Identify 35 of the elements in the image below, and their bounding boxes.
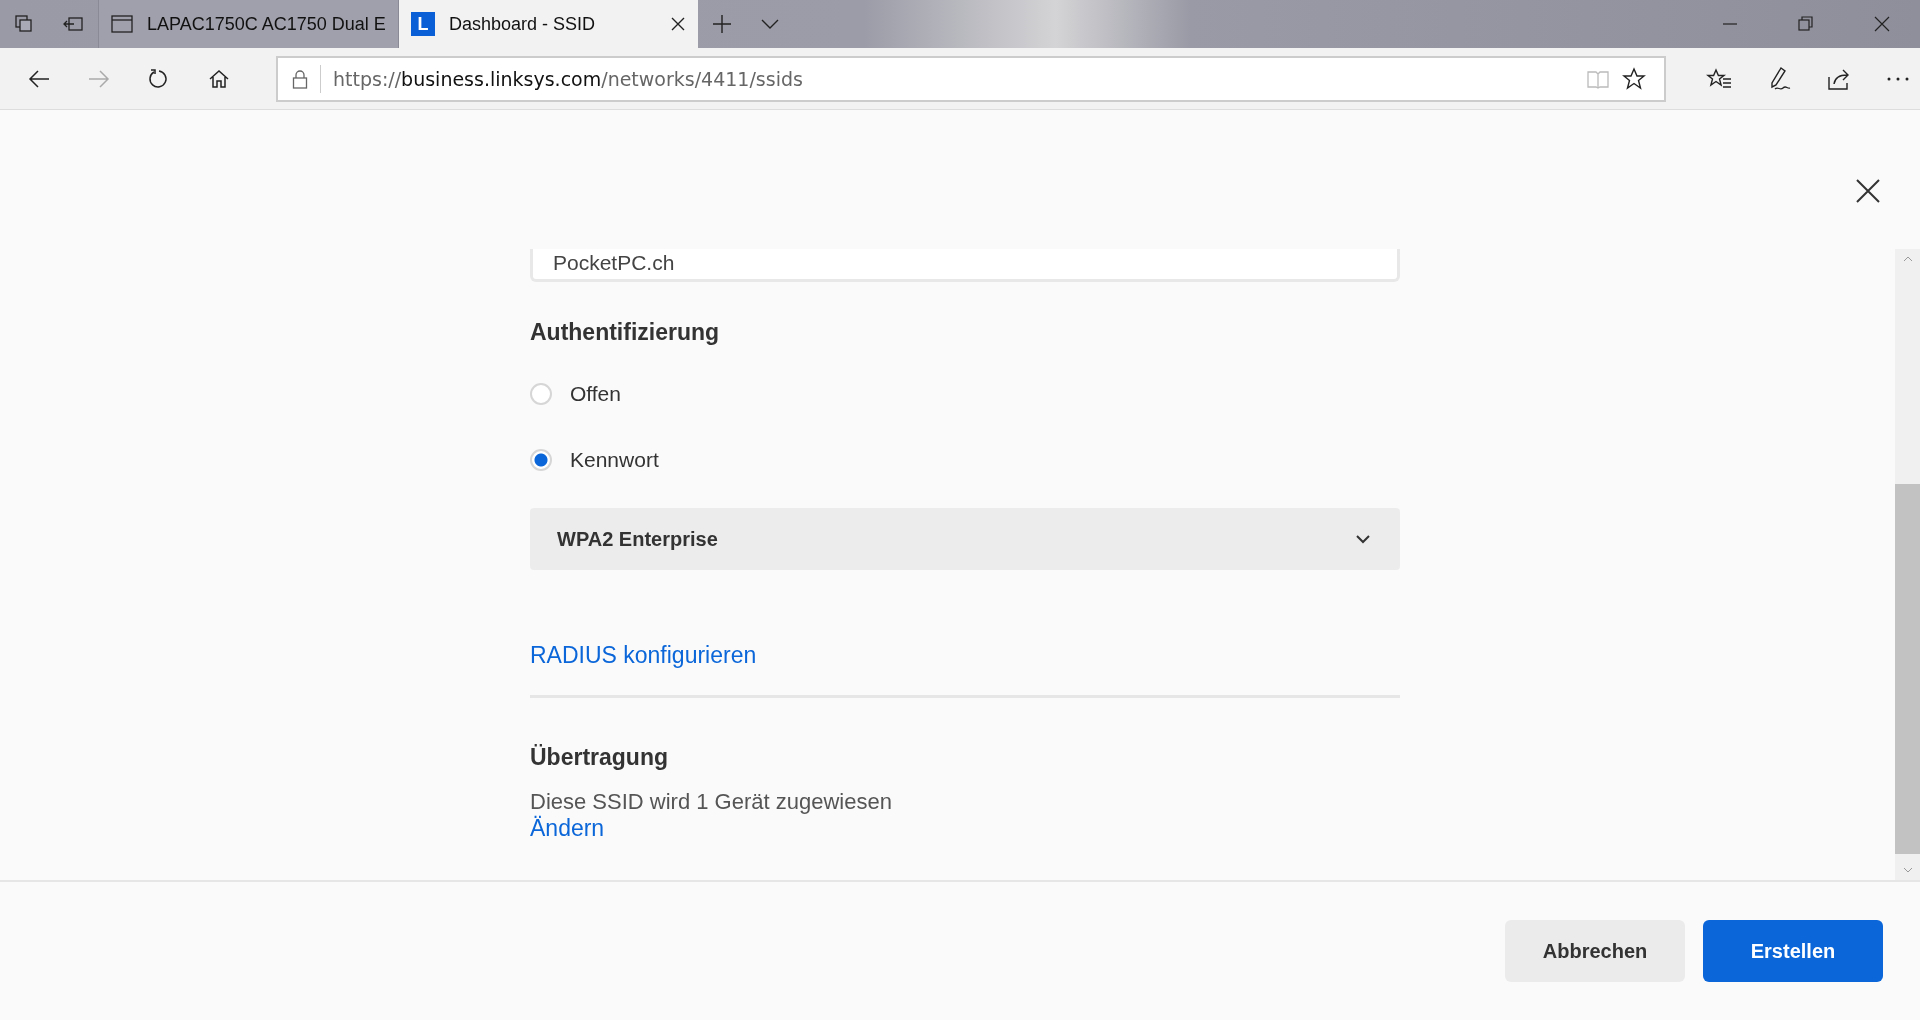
radio-option[interactable]: Offen [530,376,1895,412]
new-tab-icon[interactable] [712,14,732,34]
radio-label: Kennwort [570,448,659,472]
security-mode-dropdown[interactable]: WPA2 Enterprise [530,508,1400,570]
close-window-icon[interactable] [1874,16,1890,32]
ssid-field[interactable]: PocketPC.ch [530,249,1400,282]
section-heading: Authentifizierung [530,319,721,346]
close-icon[interactable] [1855,178,1881,204]
change-link[interactable]: Ändern [530,815,605,841]
back-tab-icon[interactable] [62,14,84,34]
broadcast-description: Diese SSID wird 1 Gerät zugewiesen [530,789,893,815]
page-icon [111,15,133,33]
browser-tab[interactable]: L Dashboard - SSID [398,0,698,48]
create-button[interactable]: Erstellen [1703,920,1883,982]
tab-title: LAPAC1750C AC1750 Dual E [147,13,386,35]
cancel-button[interactable]: Abbrechen [1505,920,1685,982]
lock-icon [292,68,308,89]
restore-icon[interactable] [1798,16,1814,32]
radius-link[interactable]: RADIUS konfigurieren [530,642,757,668]
favorites-list-icon[interactable] [1706,66,1732,91]
radio-option[interactable]: Kennwort [530,442,1895,478]
section-heading: Übertragung [530,744,669,771]
close-icon[interactable] [670,16,686,32]
tab-title: Dashboard - SSID [449,13,597,35]
star-icon[interactable] [1622,66,1646,91]
radio-label: Offen [570,382,621,406]
more-icon[interactable] [1886,75,1910,82]
url-text: https://business.linksys.com/networks/4411/ssids [333,67,803,90]
radio-button[interactable] [530,449,552,471]
browser-tab[interactable]: LAPAC1750C AC1750 Dual E [98,0,398,48]
radio-button[interactable] [530,383,552,405]
tabs-aside-icon[interactable] [14,14,34,34]
chevron-down-icon [1356,534,1370,544]
address-bar[interactable]: https://business.linksys.com/networks/4411/ssids [276,55,1666,102]
site-logo: L [411,12,435,36]
